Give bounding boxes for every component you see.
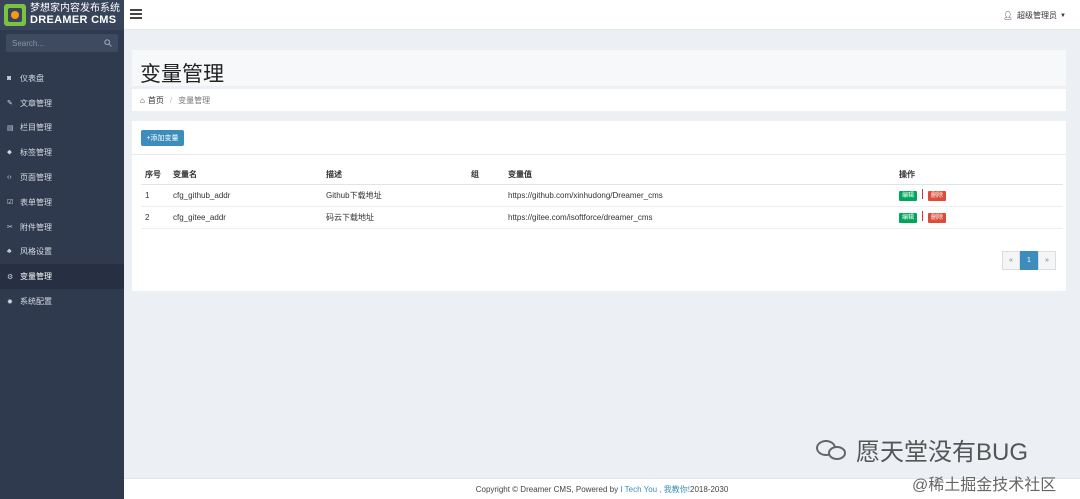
search-button[interactable] <box>98 34 118 52</box>
user-menu[interactable]: 👤︎ 超级管理员 ▼ <box>1003 10 1066 21</box>
sidebar-item-8[interactable]: ♣ 风格设置 <box>0 240 124 265</box>
column-header: 组 <box>467 165 504 185</box>
sidebar-menu: ◙ 仪表盘 ✎ 文章管理 ▤ 栏目管理 ⬥ 标签管理 ‹› 页面管理 ☑ 表单管理 ✂ 附件管理 ♣ 风格设置… <box>0 66 124 314</box>
table-row: 2 cfg_gitee_addr 码云下载地址 https://gitee.co… <box>141 206 1063 229</box>
cell-value: https://gitee.com/isoftforce/dreamer_cms <box>504 206 895 229</box>
breadcrumb-home[interactable]: 首页 <box>148 95 164 106</box>
sidebar-item-9[interactable]: ⚙ 变量管理 <box>0 264 124 290</box>
sidebar-item-4[interactable]: ⬥ 标签管理 <box>0 140 124 165</box>
variables-panel: +添加变量 序号 变量名 描述 组 变量值 操作 1 cfg_github_ad… <box>132 121 1066 291</box>
column-header: 操作 <box>895 165 1063 185</box>
logo[interactable]: 梦想家内容发布系统 Dreamer CMS <box>0 0 124 30</box>
delete-button[interactable]: 删除 <box>928 190 947 201</box>
sidebar-item-label: 文章管理 <box>20 98 52 108</box>
sidebar-search <box>6 34 118 52</box>
page-header: 变量管理 <box>132 50 1066 86</box>
variables-table: 序号 变量名 描述 组 变量值 操作 1 cfg_github_addr Git… <box>141 165 1063 229</box>
sidebar-item-label: 标签管理 <box>20 148 52 158</box>
search-input[interactable] <box>6 34 98 52</box>
sitemap-icon: ♣ <box>7 248 12 256</box>
dashboard-icon: ◙ <box>7 74 12 82</box>
table-header-row: 序号 变量名 描述 组 变量值 操作 <box>141 165 1063 185</box>
user-name: 超级管理员 <box>1017 11 1058 20</box>
columns-icon: ▤ <box>7 124 14 132</box>
tags-icon: ⬥ <box>7 148 12 156</box>
cell-desc: Github下载地址 <box>322 184 467 207</box>
action-separator <box>922 189 924 200</box>
sidebar-item-label: 仪表盘 <box>20 73 44 83</box>
gear-icon: ✹ <box>7 298 13 306</box>
pagination-page[interactable]: 1 <box>1020 251 1038 270</box>
sidebar-item-label: 页面管理 <box>20 173 52 183</box>
watermark-text: 愿天堂没有BUG <box>856 439 1029 466</box>
sidebar-item-label: 变量管理 <box>20 272 52 282</box>
sidebar: 梦想家内容发布系统 Dreamer CMS ◙ 仪表盘 ✎ 文章管理 ▤ 栏目管理 ⬥ 标签管… <box>0 0 124 499</box>
footer-years: 2018-2030 <box>690 484 729 494</box>
sidebar-item-3[interactable]: ▤ 栏目管理 <box>0 116 124 141</box>
cell-index: 2 <box>141 206 169 229</box>
breadcrumb-separator: / <box>169 95 173 105</box>
watermark-sub-text: @稀土掘金技术社区 <box>912 477 1057 494</box>
sidebar-item-label: 表单管理 <box>20 197 52 207</box>
check-square-icon: ☑ <box>7 199 14 207</box>
edit-button[interactable]: 编辑 <box>899 212 918 223</box>
edit-icon: ✎ <box>7 100 13 108</box>
watermark: 愿天堂没有BUG <box>816 432 1028 467</box>
sidebar-item-label: 系统配置 <box>20 297 52 307</box>
brand-cn-name: 梦想家内容发布系统 <box>30 3 120 15</box>
cell-actions: 编辑 删除 <box>895 184 1063 207</box>
cell-index: 1 <box>141 184 169 207</box>
code-icon: ‹› <box>7 174 12 182</box>
top-header: 👤︎ 超级管理员 ▼ <box>124 0 1080 30</box>
delete-button[interactable]: 删除 <box>928 212 947 223</box>
column-header: 变量名 <box>169 165 322 185</box>
footer-copyright: Copyright © Dreamer CMS, Powered by <box>475 484 619 494</box>
brand-text: 梦想家内容发布系统 Dreamer CMS <box>30 3 120 26</box>
footer-link[interactable]: I Tech You , 我教你! <box>620 484 690 495</box>
sidebar-item-10[interactable]: ✹ 系统配置 <box>0 289 124 314</box>
search-icon <box>104 39 112 47</box>
breadcrumb-current: 变量管理 <box>178 95 211 105</box>
sidebar-item-2[interactable]: ✎ 文章管理 <box>0 91 124 116</box>
wechat-icon <box>816 438 850 462</box>
sidebar-item-label: 栏目管理 <box>20 123 52 133</box>
sidebar-item-7[interactable]: ✂ 附件管理 <box>0 215 124 240</box>
add-variable-button[interactable]: +添加变量 <box>141 130 184 146</box>
sidebar-item-1[interactable]: ◙ 仪表盘 <box>0 66 124 91</box>
paperclip-icon: ✂ <box>7 224 13 232</box>
menu-toggle-icon[interactable] <box>130 9 142 19</box>
cell-value: https://github.com/xinhudong/Dreamer_cms <box>504 184 895 207</box>
edit-button[interactable]: 编辑 <box>899 190 918 201</box>
pagination-next[interactable]: » <box>1038 251 1056 270</box>
cogs-icon: ⚙ <box>7 273 14 281</box>
brand-en-name: Dreamer CMS <box>30 14 117 27</box>
divider <box>132 154 1066 155</box>
home-icon: ⌂ <box>140 95 145 105</box>
sidebar-item-label: 附件管理 <box>20 222 52 232</box>
cell-group <box>467 184 504 207</box>
sidebar-item-6[interactable]: ☑ 表单管理 <box>0 190 124 215</box>
cell-actions: 编辑 删除 <box>895 206 1063 229</box>
action-separator <box>922 211 924 222</box>
page-title: 变量管理 <box>140 63 224 86</box>
cell-name: cfg_github_addr <box>169 184 322 207</box>
main-content: 变量管理 ⌂ 首页 / 变量管理 +添加变量 序号 变量名 描述 组 变量值 操… <box>124 30 1080 475</box>
column-header: 描述 <box>322 165 467 185</box>
column-header: 变量值 <box>504 165 895 185</box>
cell-desc: 码云下载地址 <box>322 206 467 229</box>
caret-down-icon: ▼ <box>1060 12 1066 19</box>
user-icon: 👤︎ <box>1002 11 1014 20</box>
pagination: « 1 » <box>1002 251 1056 270</box>
logo-icon <box>4 4 26 26</box>
column-header: 序号 <box>141 165 169 185</box>
pagination-prev[interactable]: « <box>1002 251 1020 270</box>
cell-name: cfg_gitee_addr <box>169 206 322 229</box>
table-row: 1 cfg_github_addr Github下载地址 https://git… <box>141 184 1063 207</box>
sidebar-item-label: 风格设置 <box>20 247 52 257</box>
cell-group <box>467 206 504 229</box>
breadcrumb: ⌂ 首页 / 变量管理 <box>132 89 1066 111</box>
sidebar-item-5[interactable]: ‹› 页面管理 <box>0 165 124 190</box>
